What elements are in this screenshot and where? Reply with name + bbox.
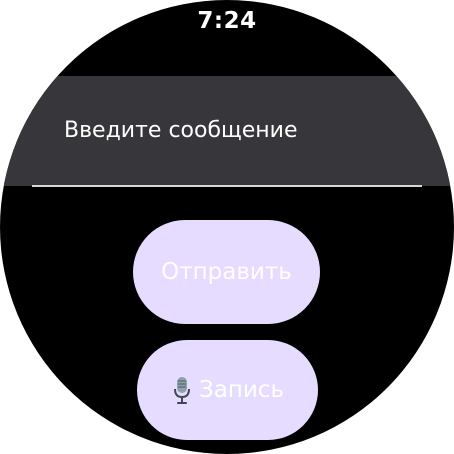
send-button[interactable]: Отправить — [133, 220, 320, 324]
microphone-icon — [171, 376, 193, 406]
watch-screen: 7:24 Введите сообщение Отправить Запись — [0, 0, 454, 454]
status-time: 7:24 — [197, 8, 257, 34]
message-input-placeholder[interactable]: Введите сообщение — [64, 118, 298, 143]
record-button[interactable]: Запись — [137, 340, 318, 440]
input-underline — [32, 185, 422, 187]
record-button-label: Запись — [198, 377, 285, 403]
send-button-label: Отправить — [161, 259, 292, 285]
